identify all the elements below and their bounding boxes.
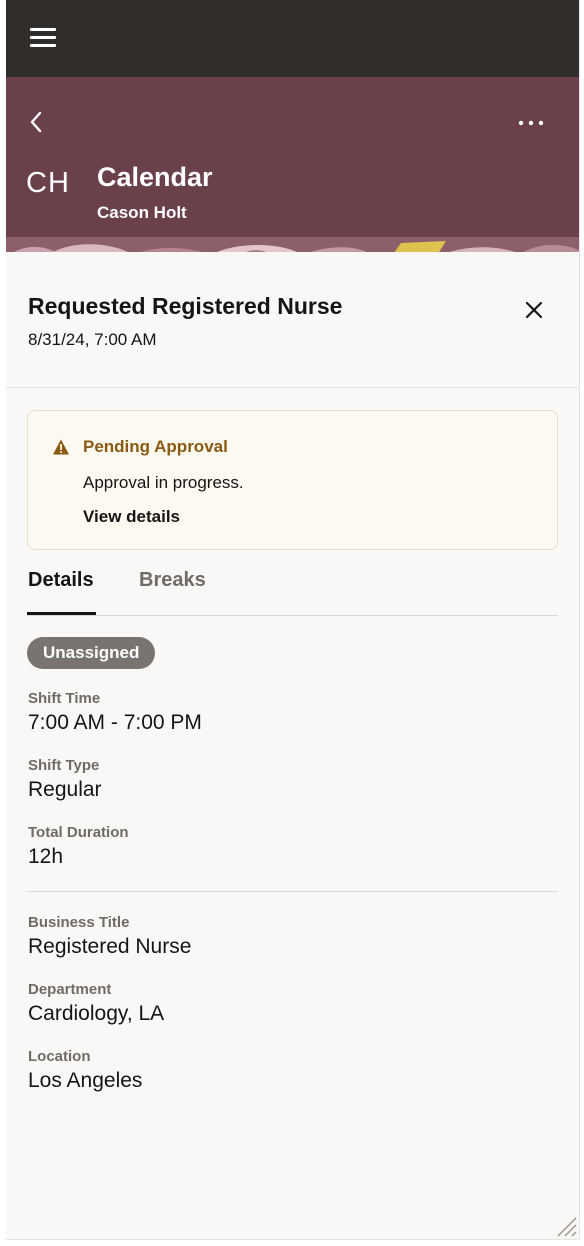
shift-time-field: Shift Time 7:00 AM - 7:00 PM — [28, 690, 202, 736]
field-value: Cardiology, LA — [28, 1002, 165, 1025]
status-badge: Unassigned — [27, 637, 156, 669]
notice-title: Pending Approval — [83, 437, 228, 456]
field-value: Registered Nurse — [28, 935, 192, 958]
avatar: CH — [26, 167, 70, 199]
top-navigation-bar — [6, 0, 579, 77]
hamburger-menu-icon[interactable] — [28, 24, 58, 50]
banner-decoration — [6, 237, 579, 252]
field-value: 12h — [28, 845, 64, 868]
total-duration-field: Total Duration 12h — [28, 824, 129, 870]
page-header-banner: CH Calendar Cason Holt — [6, 77, 579, 252]
section-divider — [27, 891, 558, 892]
close-button[interactable] — [522, 298, 546, 322]
more-horizontal-icon — [518, 120, 544, 126]
field-value: 7:00 AM - 7:00 PM — [28, 711, 202, 734]
shift-title: Requested Registered Nurse — [28, 293, 343, 319]
pending-approval-notice: Pending Approval Approval in progress. V… — [27, 410, 558, 550]
shift-date: 8/31/24, 7:00 AM — [28, 330, 157, 349]
shift-detail-header: Requested Registered Nurse 8/31/24, 7:00… — [6, 252, 579, 388]
department-field: Department Cardiology, LA — [28, 981, 164, 1027]
selected-tab-indicator — [27, 612, 96, 615]
field-label: Department — [28, 981, 112, 998]
field-label: Shift Time — [28, 690, 101, 707]
field-label: Shift Type — [28, 757, 100, 774]
field-value: Regular — [28, 778, 102, 801]
detail-tabs: Details Breaks — [27, 560, 558, 616]
view-details-link[interactable]: View details — [83, 507, 180, 527]
back-button[interactable] — [24, 109, 50, 135]
page-subtitle: Cason Holt — [97, 203, 187, 222]
warning-icon — [53, 439, 69, 455]
close-icon — [525, 301, 543, 319]
field-label: Business Title — [28, 914, 130, 931]
chevron-left-icon — [30, 111, 42, 133]
location-field: Location Los Angeles — [28, 1048, 142, 1094]
tab-breaks[interactable]: Breaks — [139, 569, 206, 592]
field-label: Location — [28, 1048, 91, 1065]
page-title: Calendar — [97, 162, 213, 192]
shift-type-field: Shift Type Regular — [28, 757, 102, 803]
field-value: Los Angeles — [28, 1069, 143, 1092]
field-label: Total Duration — [28, 824, 129, 841]
tab-details[interactable]: Details — [28, 569, 94, 592]
notice-message: Approval in progress. — [83, 473, 244, 492]
resize-grip-icon[interactable] — [552, 1212, 578, 1238]
app-frame: CH Calendar Cason Holt Requested Registe… — [6, 0, 580, 1240]
business-title-field: Business Title Registered Nurse — [28, 914, 191, 960]
more-options-button[interactable] — [516, 113, 546, 133]
